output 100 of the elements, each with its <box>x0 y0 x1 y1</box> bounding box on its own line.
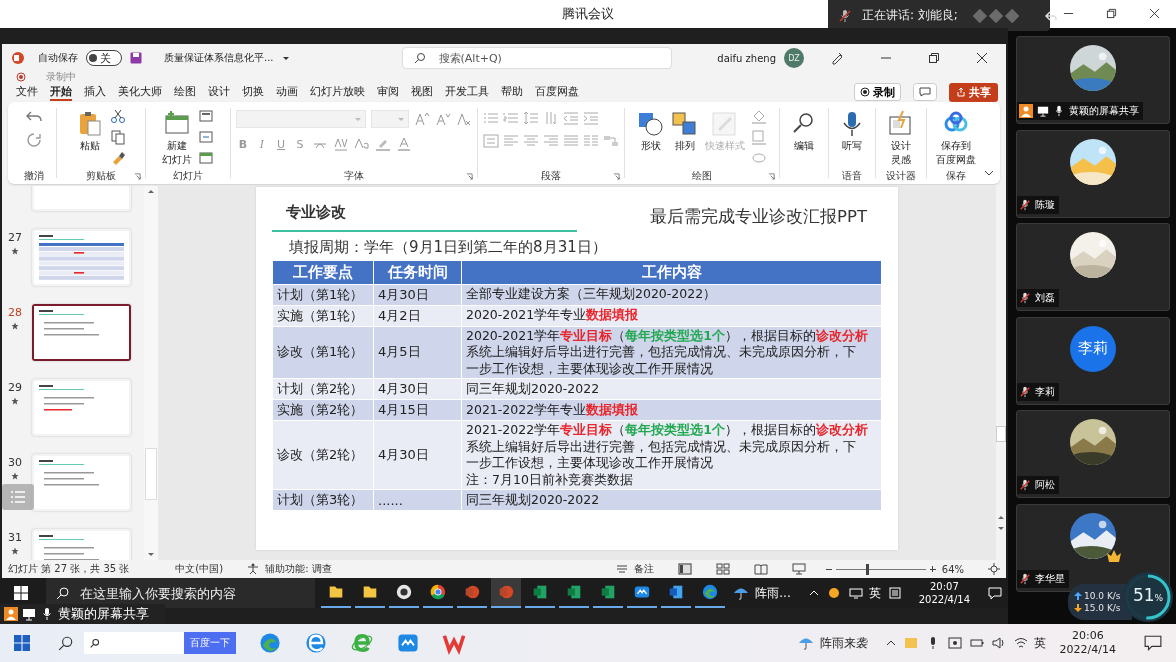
font-color-icon[interactable] <box>396 136 412 152</box>
scroll-thumb[interactable] <box>996 426 1006 442</box>
accessibility-icon[interactable] <box>247 563 260 575</box>
character-spacing-icon[interactable] <box>333 136 349 152</box>
autosave-toggle[interactable]: 关 <box>86 50 122 66</box>
slide-thumbnail[interactable] <box>32 379 131 436</box>
close-icon[interactable] <box>976 52 988 64</box>
tray-app-icon[interactable] <box>826 586 841 600</box>
muted-microphone-icon[interactable] <box>1019 385 1031 398</box>
scissors-icon[interactable] <box>110 108 126 124</box>
close-icon[interactable] <box>1149 8 1160 19</box>
next-slide-icon[interactable] <box>997 524 1005 532</box>
weather-label[interactable]: 阵雨... <box>755 584 791 602</box>
copy-icon[interactable] <box>110 129 126 145</box>
taskbar-search-field[interactable]: 在这里输入你要搜索的内容 <box>46 578 316 608</box>
notification-icon[interactable] <box>1144 634 1162 652</box>
previous-slide-icon[interactable] <box>997 514 1005 522</box>
redo-icon[interactable] <box>25 131 43 149</box>
ribbon-tab[interactable]: 百度网盘 <box>535 83 579 101</box>
participant-tile[interactable]: 刘磊 <box>1016 223 1170 311</box>
ribbon-tab[interactable]: 美化大师 <box>118 83 162 101</box>
normal-view-icon[interactable] <box>677 563 692 575</box>
shapes-button[interactable]: 形状 <box>637 106 665 152</box>
dialog-launcher-icon[interactable] <box>613 173 620 180</box>
ribbon-tab[interactable]: 幻灯片放映 <box>310 83 365 101</box>
new-slide-button[interactable]: 新建 幻灯片 <box>162 106 192 166</box>
input-method-indicator[interactable]: 英 <box>1033 634 1046 652</box>
windows-start-icon[interactable] <box>14 586 28 600</box>
save-icon[interactable] <box>130 52 142 64</box>
increase-font-size-icon[interactable] <box>414 111 430 127</box>
slideshow-icon[interactable] <box>791 563 806 575</box>
dialog-launcher-icon[interactable] <box>466 173 473 180</box>
clear-formatting-icon[interactable] <box>456 111 472 127</box>
arrange-button[interactable]: 排列 <box>671 106 699 152</box>
chevron-up-icon[interactable] <box>808 588 819 598</box>
accessibility-status[interactable]: 辅助功能: 调查 <box>265 562 332 576</box>
scroll-thumb[interactable] <box>145 448 157 500</box>
wifi-icon[interactable] <box>1013 636 1028 650</box>
back-arrow-icon[interactable] <box>1043 8 1058 23</box>
collapse-ribbon-icon[interactable] <box>984 168 994 178</box>
restore-icon[interactable] <box>928 52 940 64</box>
fit-to-window-icon[interactable] <box>988 563 1000 575</box>
scroll-down-icon[interactable] <box>147 550 155 558</box>
shape-fill-icon[interactable] <box>751 108 767 124</box>
muted-microphone-icon[interactable] <box>1019 479 1031 491</box>
participant-tile[interactable]: 李莉 李莉 <box>1016 316 1170 405</box>
input-method-indicator[interactable]: 英 <box>868 584 881 602</box>
user-avatar[interactable]: DZ <box>784 48 804 68</box>
slide-thumbnail[interactable] <box>32 454 131 511</box>
decrease-font-size-icon[interactable] <box>435 111 451 127</box>
chevron-up-icon[interactable] <box>885 638 896 648</box>
slide-sorter-view-icon[interactable] <box>715 563 730 575</box>
layout-icon[interactable] <box>198 108 214 124</box>
battery-icon[interactable] <box>969 636 984 650</box>
slide-thumbnail[interactable] <box>32 229 131 286</box>
ribbon-tab[interactable]: 插入 <box>84 83 106 101</box>
participant-tile[interactable]: 阿松 <box>1016 410 1170 498</box>
ribbon-tab[interactable]: 视图 <box>411 83 433 101</box>
taskbar-clock[interactable]: 20:07 2022/4/14 <box>918 580 970 606</box>
taskbar-clock[interactable]: 20:06 2022/4/14 <box>1059 629 1116 657</box>
participant-tile[interactable]: 陈璇 <box>1016 129 1170 218</box>
scrollbar[interactable] <box>144 186 158 560</box>
language-indicator[interactable]: 中文(中国) <box>175 562 224 576</box>
section-icon[interactable] <box>198 150 214 166</box>
zoom-slider[interactable] <box>825 563 936 575</box>
save-to-cloud-button[interactable]: 保存到 百度网盘 <box>936 106 976 166</box>
restore-icon[interactable] <box>1106 8 1117 19</box>
web-search-field[interactable] <box>84 632 184 654</box>
search-icon[interactable] <box>58 635 74 651</box>
keyboard-icon[interactable] <box>888 587 901 599</box>
search-button[interactable]: 百度一下 <box>184 632 236 654</box>
ribbon-tab[interactable]: 帮助 <box>501 83 523 101</box>
weather-label[interactable]: 阵雨来袭 <box>819 634 868 652</box>
ribbon-tab[interactable]: 文件 <box>16 83 38 101</box>
font-name-field[interactable] <box>236 110 366 128</box>
paste-button[interactable]: 粘贴 <box>76 106 104 152</box>
pen-icon[interactable] <box>830 51 844 65</box>
dialog-launcher-icon[interactable] <box>768 173 775 180</box>
reset-icon[interactable] <box>198 129 214 145</box>
microphone-icon[interactable] <box>1053 105 1065 117</box>
slide-thumbnail[interactable] <box>32 304 131 361</box>
ribbon-tab[interactable]: 审阅 <box>377 83 399 101</box>
ribbon-tab[interactable]: 动画 <box>276 83 298 101</box>
network-icon[interactable] <box>848 586 863 600</box>
font-size-field[interactable] <box>371 110 409 128</box>
ribbon-tab[interactable]: 切换 <box>242 83 264 101</box>
muted-microphone-icon[interactable] <box>1019 572 1031 585</box>
notes-button[interactable]: 备注 <box>633 562 654 576</box>
ribbon-tab[interactable]: 开发工具 <box>445 83 489 101</box>
line-spacing-icon[interactable] <box>523 110 539 126</box>
dialog-launcher-icon[interactable] <box>134 173 141 180</box>
record-button[interactable]: 录制 <box>854 83 901 101</box>
windows-start-icon[interactable] <box>14 635 30 651</box>
ribbon-tab[interactable]: 绘图 <box>174 83 196 101</box>
user-name[interactable]: daifu zheng <box>717 52 776 64</box>
reading-view-icon[interactable] <box>753 563 768 575</box>
scroll-up-icon[interactable] <box>147 188 155 196</box>
zoom-level[interactable]: 64% <box>941 563 964 575</box>
dictate-button[interactable]: 听写 <box>838 106 866 152</box>
volume-icon[interactable] <box>991 636 1006 650</box>
